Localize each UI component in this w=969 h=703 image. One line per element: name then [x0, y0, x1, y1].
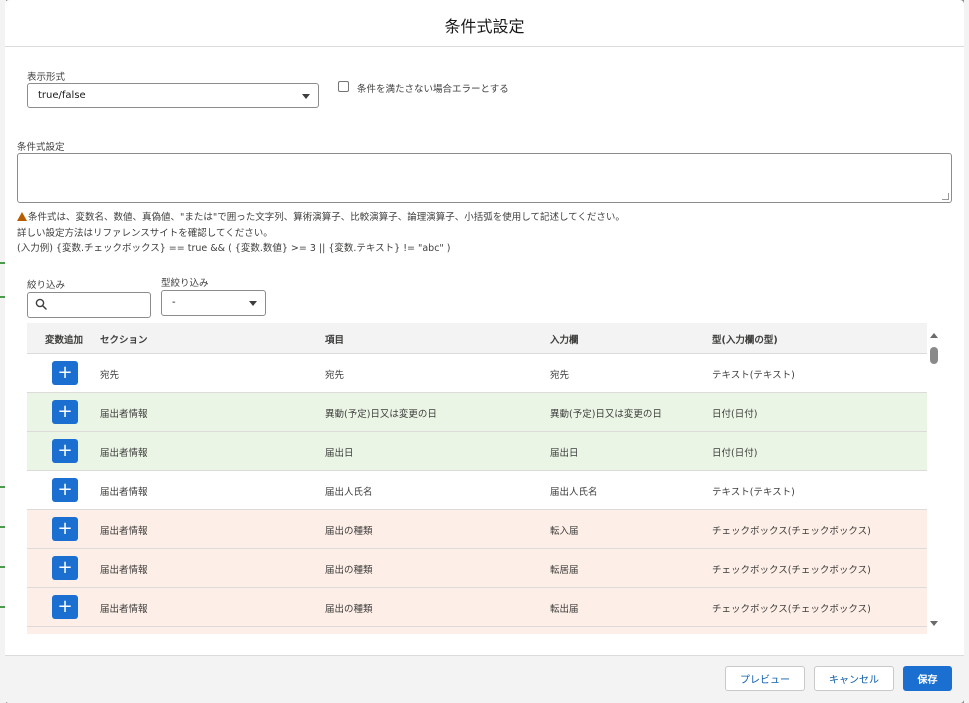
table-row: + 届出者情報 異動(予定)日又は変更の日 異動(予定)日又は変更の日 日付(日付): [27, 393, 927, 432]
cell-item: 宛先: [325, 370, 345, 381]
table-row: + 届出者情報 届出の種類 転入届 チェックボックス(チェックボックス): [27, 510, 927, 549]
add-variable-button[interactable]: +: [52, 400, 78, 424]
table-body: + 宛先 宛先 宛先 テキスト(テキスト) + 届出者情報 異動(予定)日又は変更の日 異動(予…: [27, 354, 927, 634]
cell-item: 異動(予定)日又は変更の日: [325, 409, 437, 420]
help-text-2: 詳しい設定方法はリファレンスサイトを確認してください。: [17, 228, 273, 239]
header-input[interactable]: 入力欄: [550, 332, 579, 346]
cell-input: 届出日: [550, 448, 579, 459]
help-line-1: 条件式は、変数名、数値、真偽値、"または"で囲った文字列、算術演算子、比較演算子…: [17, 209, 625, 223]
filter-label: 絞り込み: [27, 280, 66, 291]
preview-button[interactable]: プレビュー: [725, 666, 805, 691]
cell-input: 転入届: [550, 526, 579, 537]
scroll-up-icon[interactable]: [930, 333, 938, 338]
search-icon: [35, 298, 47, 310]
header-section[interactable]: セクション: [100, 332, 148, 346]
cell-section: 届出者情報: [100, 604, 148, 615]
help-text-3: (入力例) {変数.チェックボックス} == true && ( {変数.数値}…: [17, 243, 451, 254]
cell-type: チェックボックス(チェックボックス): [712, 526, 871, 537]
add-variable-button[interactable]: +: [52, 361, 78, 385]
type-filter-select[interactable]: -: [161, 290, 266, 316]
type-filter-label: 型絞り込み: [161, 278, 209, 289]
table-row: + 届出者情報 届出日 届出日 日付(日付): [27, 432, 927, 471]
cell-type: テキスト(テキスト): [712, 487, 795, 498]
cell-section: 宛先: [100, 370, 120, 381]
condition-modal: 条件式設定 表示形式 true/false 条件を満たさない場合エラーとする 条…: [5, 0, 964, 703]
modal-header: 条件式設定: [5, 0, 964, 47]
error-checkbox[interactable]: [338, 81, 349, 92]
resize-grip-icon[interactable]: [942, 193, 949, 200]
cell-section: 届出者情報: [100, 565, 148, 576]
add-variable-button[interactable]: +: [52, 478, 78, 502]
modal-title: 条件式設定: [444, 17, 525, 36]
display-format-select[interactable]: true/false: [27, 83, 319, 108]
condition-label: 条件式設定: [17, 142, 65, 153]
cell-type: チェックボックス(チェックボックス): [712, 604, 871, 615]
cell-section: 届出者情報: [100, 487, 148, 498]
scroll-thumb[interactable]: [930, 347, 938, 364]
cell-input: 異動(予定)日又は変更の日: [550, 409, 662, 420]
cell-input: 宛先: [550, 370, 570, 381]
cell-input: 転居届: [550, 565, 579, 576]
display-format-label: 表示形式: [27, 72, 66, 83]
save-button[interactable]: 保存: [903, 666, 952, 691]
table-scrollbar[interactable]: [927, 330, 941, 628]
filter-search-input[interactable]: [27, 292, 151, 318]
cancel-button[interactable]: キャンセル: [814, 666, 894, 691]
chevron-down-icon: [302, 94, 310, 99]
header-type[interactable]: 型(入力欄の型): [712, 332, 778, 346]
header-add: 変数追加: [45, 335, 84, 346]
table-row: + 届出者情報 届出の種類 転出届 チェックボックス(チェックボックス): [27, 588, 927, 627]
scroll-down-icon[interactable]: [930, 621, 938, 626]
cell-type: 日付(日付): [712, 409, 758, 420]
cell-type: チェックボックス(チェックボックス): [712, 565, 871, 576]
add-variable-button[interactable]: +: [52, 439, 78, 463]
help-text-1: 条件式は、変数名、数値、真偽値、"または"で囲った文字列、算術演算子、比較演算子…: [28, 212, 625, 223]
table-header: 変数追加 セクション 項目 入力欄 型(入力欄の型): [27, 323, 927, 354]
cell-type: 日付(日付): [712, 448, 758, 459]
cell-type: テキスト(テキスト): [712, 370, 795, 381]
cell-section: 届出者情報: [100, 409, 148, 420]
display-format-value: true/false: [38, 90, 86, 101]
add-variable-button[interactable]: +: [52, 517, 78, 541]
type-filter-value: -: [172, 297, 176, 308]
add-variable-button[interactable]: +: [52, 595, 78, 619]
cell-item: 届出の種類: [325, 565, 373, 576]
chevron-down-icon: [249, 301, 257, 306]
condition-textarea[interactable]: [17, 153, 952, 203]
table-row: +: [27, 627, 927, 634]
cell-section: 届出者情報: [100, 448, 148, 459]
cell-item: 届出の種類: [325, 604, 373, 615]
cell-input: 届出人氏名: [550, 487, 598, 498]
table-row: + 宛先 宛先 宛先 テキスト(テキスト): [27, 354, 927, 393]
cell-section: 届出者情報: [100, 526, 148, 537]
cell-item: 届出の種類: [325, 526, 373, 537]
cell-item: 届出人氏名: [325, 487, 373, 498]
cell-item: 届出日: [325, 448, 354, 459]
table-row: + 届出者情報 届出人氏名 届出人氏名 テキスト(テキスト): [27, 471, 927, 510]
table-row: + 届出者情報 届出の種類 転居届 チェックボックス(チェックボックス): [27, 549, 927, 588]
header-item[interactable]: 項目: [325, 332, 344, 346]
warning-icon: [17, 212, 27, 221]
error-checkbox-label[interactable]: 条件を満たさない場合エラーとする: [357, 81, 509, 95]
background-app-right: [964, 0, 969, 703]
modal-footer: プレビュー キャンセル 保存: [5, 655, 964, 703]
add-variable-button[interactable]: +: [52, 556, 78, 580]
variables-table: 変数追加 セクション 項目 入力欄 型(入力欄の型) + 宛先 宛先 宛先 テキスト(テ…: [27, 323, 927, 634]
cell-input: 転出届: [550, 604, 579, 615]
